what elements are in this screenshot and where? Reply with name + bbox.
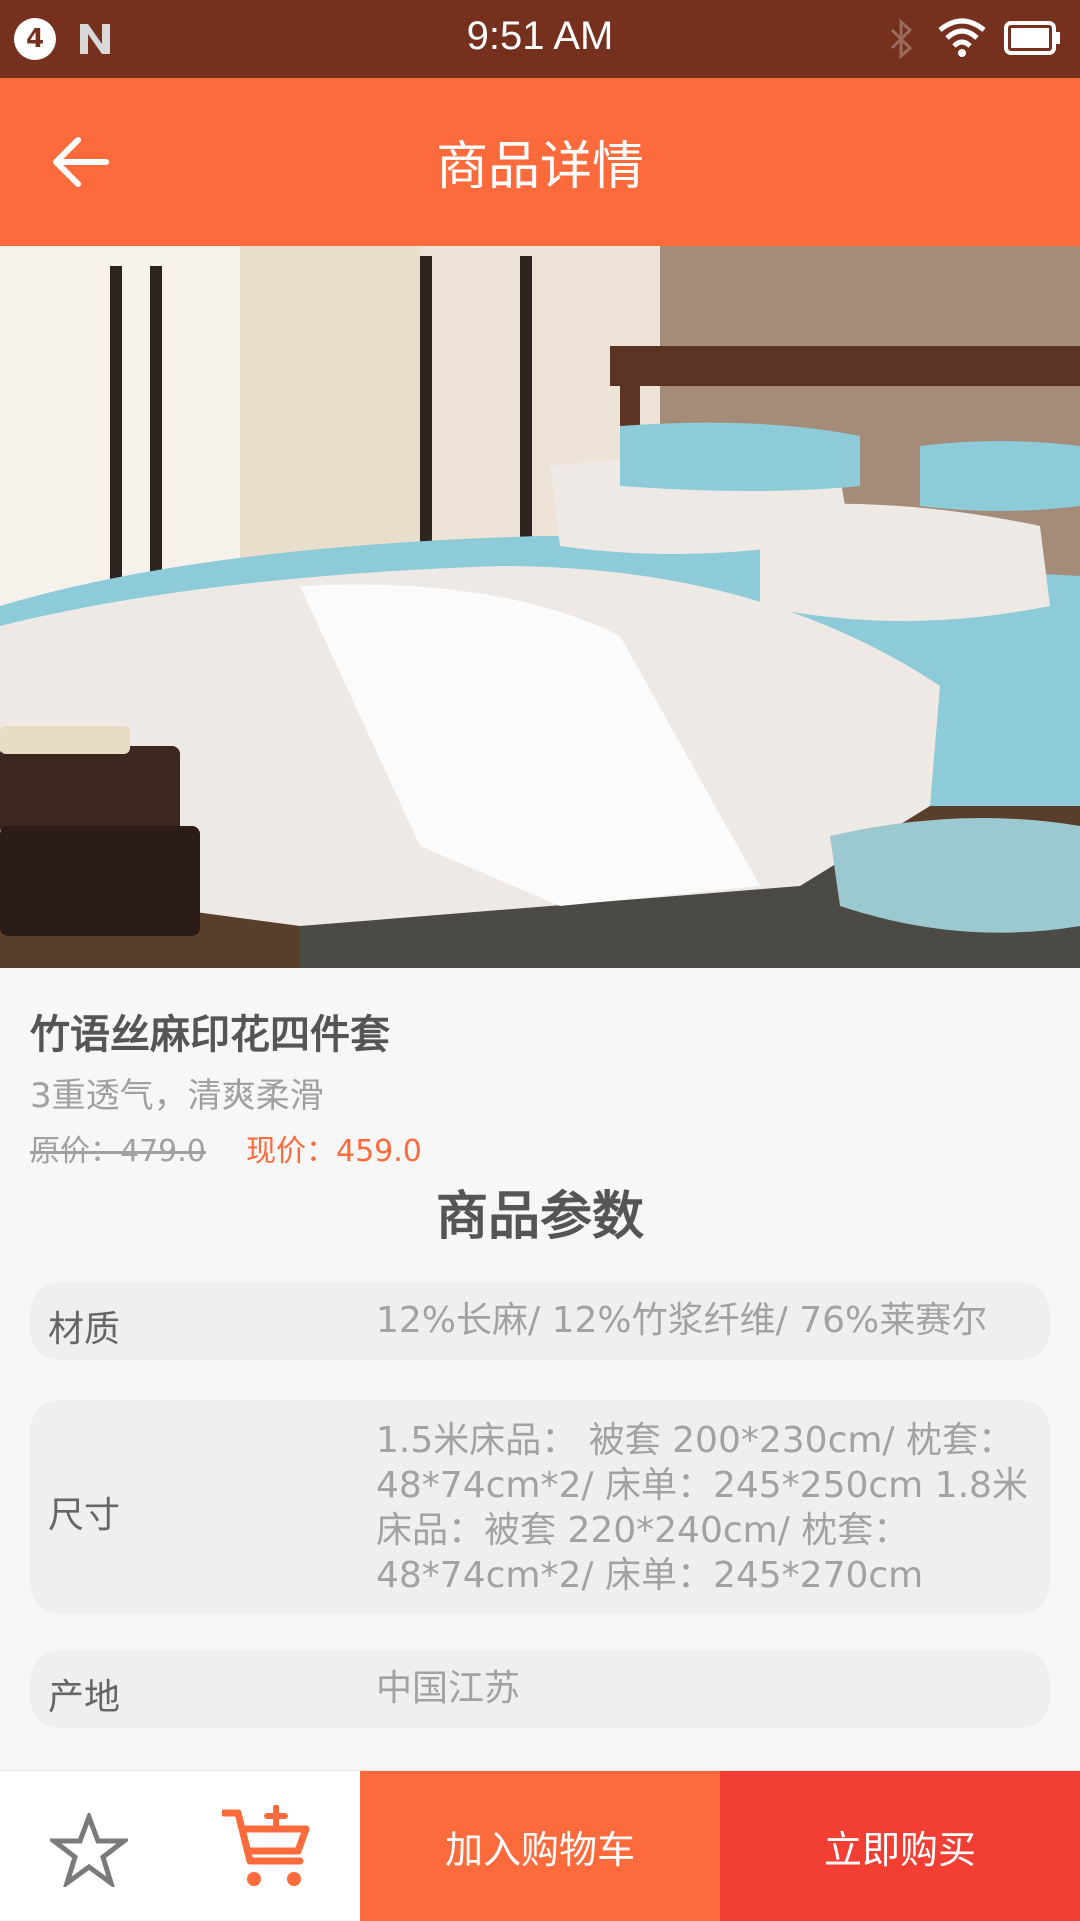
param-value: 中国江苏 [376, 1668, 521, 1709]
param-value: 1.5米床品： 被套 200*230cm/ 枕套：48*74cm*2/ 床单：2… [376, 1420, 1028, 1596]
param-label: 材质 [48, 1309, 121, 1350]
status-time: 9:51 AM [466, 14, 614, 58]
add-to-cart-button[interactable]: 加入购物车 [360, 1771, 720, 1921]
bluetooth-icon [890, 18, 913, 60]
param-row-origin: 产地 中国江苏 [30, 1650, 1050, 1728]
params-section-title: 商品参数 [435, 1187, 644, 1247]
current-price: 现价：459.0 [246, 1134, 422, 1169]
original-price: 原价：479.0 [30, 1134, 206, 1169]
param-value: 12%长麻/ 12%竹浆纤维/ 76%莱赛尔 [376, 1300, 988, 1341]
buy-now-button[interactable]: 立即购买 [720, 1771, 1080, 1921]
product-image [0, 246, 1080, 968]
cart-add-icon[interactable] [222, 1805, 312, 1891]
bottom-action-bar: 加入购物车 立即购买 [0, 1770, 1080, 1921]
param-label: 尺寸 [48, 1495, 121, 1536]
product-name: 竹语丝麻印花四件套 [30, 1012, 390, 1058]
param-row-size: 尺寸 1.5米床品： 被套 200*230cm/ 枕套：48*74cm*2/ 床… [30, 1400, 1050, 1614]
wifi-icon [938, 18, 986, 57]
battery-icon [1004, 21, 1060, 55]
product-subtitle: 3重透气，清爽柔滑 [30, 1076, 324, 1116]
param-row-material: 材质 12%长麻/ 12%竹浆纤维/ 76%莱赛尔 [30, 1282, 1050, 1360]
param-label: 产地 [48, 1677, 121, 1718]
star-outline-icon[interactable] [50, 1813, 128, 1887]
page-title: 商品详情 [435, 137, 644, 197]
app-bar: 商品详情 [0, 78, 1080, 246]
product-image-carousel[interactable] [0, 246, 1080, 968]
status-bar: 4 9:51 AM [0, 0, 1080, 78]
